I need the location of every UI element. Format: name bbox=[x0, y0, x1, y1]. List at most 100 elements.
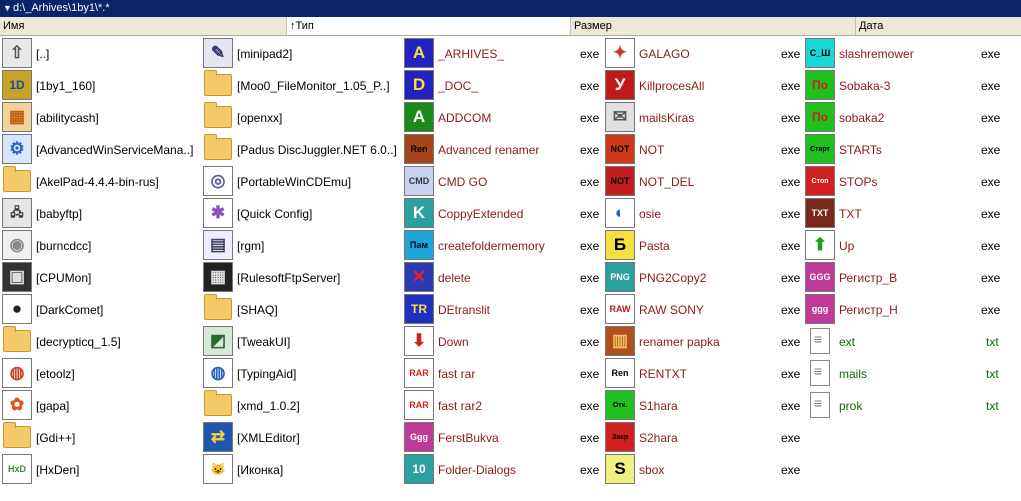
list-item[interactable]: A _ARHIVES_ exe bbox=[402, 38, 602, 70]
list-item[interactable]: ◍ [TypingAid] bbox=[201, 358, 401, 390]
path-bar[interactable]: ▼d:\_Arhives\1by1\*.* bbox=[0, 0, 1021, 17]
list-item[interactable]: [Gdi++] bbox=[0, 422, 200, 454]
file-name: [AkelPad-4.4.4-bin-rus] bbox=[36, 175, 159, 189]
list-item[interactable]: ▣ [CPUMon] bbox=[0, 262, 200, 294]
list-item[interactable]: ◐ osie exe bbox=[603, 198, 803, 230]
list-item[interactable]: Старт STARTs exe bbox=[803, 134, 1021, 166]
list-item[interactable]: ⬇ Down exe bbox=[402, 326, 602, 358]
file-name: [xmd_1.0.2] bbox=[237, 399, 300, 413]
list-item[interactable]: 🖧 [babyftp] bbox=[0, 198, 200, 230]
c-sh-icon: C_Ш bbox=[805, 38, 835, 68]
list-item[interactable]: Ren RENTXT exe bbox=[603, 358, 803, 390]
up-green-arrow-icon: ⬆ bbox=[805, 230, 835, 260]
list-item[interactable]: C_Ш slashremower exe bbox=[803, 38, 1021, 70]
list-item[interactable]: [AkelPad-4.4.4-bin-rus] bbox=[0, 166, 200, 198]
list-item[interactable]: K CoppyExtended exe bbox=[402, 198, 602, 230]
list-item[interactable]: GGG Регистр_B exe bbox=[803, 262, 1021, 294]
file-name: [CPUMon] bbox=[36, 271, 92, 285]
rar-icon: RAR bbox=[404, 358, 434, 388]
list-item[interactable]: ✿ [gapa] bbox=[0, 390, 200, 422]
header-size[interactable]: Размер bbox=[571, 17, 856, 35]
list-item[interactable]: ◎ [PortableWinCDEmu] bbox=[201, 166, 401, 198]
list-item[interactable]: Ssbox exe bbox=[603, 454, 803, 486]
list-item[interactable]: [decrypticq_1.5] bbox=[0, 326, 200, 358]
tr-icon: TR bbox=[404, 294, 434, 324]
file-extension: exe bbox=[580, 367, 600, 381]
file-name: [Moo0_FileMonitor_1.05_P..] bbox=[237, 79, 390, 93]
list-item[interactable]: prok txt bbox=[803, 390, 1021, 422]
folder-memory-icon: Пам bbox=[404, 230, 434, 260]
list-item[interactable]: RAR fast rar exe bbox=[402, 358, 602, 390]
file-name: [decrypticq_1.5] bbox=[36, 335, 121, 349]
list-item[interactable]: Пам createfoldermemory exe bbox=[402, 230, 602, 262]
list-item[interactable]: По Sobaka-3 exe bbox=[803, 70, 1021, 102]
list-item[interactable]: 10 Folder-Dialogs exe bbox=[402, 454, 602, 486]
list-item[interactable]: ◉ [burncdcc] bbox=[0, 230, 200, 262]
list-item[interactable]: ✱ [Quick Config] bbox=[201, 198, 401, 230]
list-item[interactable]: ⬆ Up exe bbox=[803, 230, 1021, 262]
file-name: [RulesoftFtpServer] bbox=[237, 271, 341, 285]
list-item[interactable]: RAW RAW SONY exe bbox=[603, 294, 803, 326]
list-item[interactable]: Ggg FerstBukva exe bbox=[402, 422, 602, 454]
list-item[interactable]: Стоп STOPs exe bbox=[803, 166, 1021, 198]
list-item[interactable]: ⇄ [XMLEditor] bbox=[201, 422, 401, 454]
list-item[interactable]: ▤ [rgm] bbox=[201, 230, 401, 262]
list-item[interactable]: ✎ [minipad2] bbox=[201, 38, 401, 70]
file-name: slashremower bbox=[839, 47, 914, 61]
list-item[interactable]: ▥ renamer papka exe bbox=[603, 326, 803, 358]
header-name[interactable]: Имя bbox=[0, 17, 287, 35]
list-item[interactable]: ⚙ [AdvancedWinServiceMana..] bbox=[0, 134, 200, 166]
file-extension: exe bbox=[981, 175, 1001, 189]
list-item[interactable]: PNG PNG2Copy2 exe bbox=[603, 262, 803, 294]
cd-disc-icon: ◉ bbox=[2, 230, 32, 260]
header-date[interactable]: Дата bbox=[856, 17, 1021, 35]
list-item[interactable]: HxD [HxDen] bbox=[0, 454, 200, 486]
file-name: RENTXT bbox=[639, 367, 687, 381]
list-item[interactable]: ✦ GALAGO exe bbox=[603, 38, 803, 70]
list-item[interactable]: TXT TXT exe bbox=[803, 198, 1021, 230]
list-item[interactable]: ◩ [TweakUI] bbox=[201, 326, 401, 358]
list-item[interactable]: 😺 [Иконка] bbox=[201, 454, 401, 486]
list-item[interactable]: 1D [1by1_160] bbox=[0, 70, 200, 102]
list-item[interactable]: ⇧ [..] bbox=[0, 38, 200, 70]
list-item[interactable]: CMD CMD GO exe bbox=[402, 166, 602, 198]
cat-icon: 😺 bbox=[203, 454, 233, 484]
cd-emu-icon: ◎ bbox=[203, 166, 233, 196]
list-item[interactable]: ✉ mailsKiras exe bbox=[603, 102, 803, 134]
galago-chest-icon: ✦ bbox=[605, 38, 635, 68]
list-item[interactable]: У KillprocesAll exe bbox=[603, 70, 803, 102]
list-item[interactable]: [xmd_1.0.2] bbox=[201, 390, 401, 422]
folder-icon bbox=[2, 166, 32, 196]
list-item[interactable]: ◍ [etoolz] bbox=[0, 358, 200, 390]
file-extension: exe bbox=[981, 79, 1001, 93]
list-item[interactable]: ● [DarkComet] bbox=[0, 294, 200, 326]
letter-k-icon: K bbox=[404, 198, 434, 228]
list-item[interactable]: ▦ [RulesoftFtpServer] bbox=[201, 262, 401, 294]
list-item[interactable]: D _DOC_ exe bbox=[402, 70, 602, 102]
folder-icon bbox=[203, 102, 233, 132]
list-item[interactable]: Отк. S1hara exe bbox=[603, 390, 803, 422]
file-extension: exe bbox=[580, 399, 600, 413]
list-item[interactable]: NOT NOT exe bbox=[603, 134, 803, 166]
file-extension: exe bbox=[781, 399, 801, 413]
list-item[interactable]: Ren Advanced renamer exe bbox=[402, 134, 602, 166]
list-item[interactable]: По sobaka2 exe bbox=[803, 102, 1021, 134]
list-item[interactable]: [openxx] bbox=[201, 102, 401, 134]
list-item[interactable]: A ADDCOM exe bbox=[402, 102, 602, 134]
list-item[interactable]: NOT NOT_DEL exe bbox=[603, 166, 803, 198]
list-item[interactable]: ▦ [abilitycash] bbox=[0, 102, 200, 134]
list-item[interactable]: ggg Регистр_H exe bbox=[803, 294, 1021, 326]
text-file-icon bbox=[805, 390, 835, 420]
list-item[interactable]: Б Pasta exe bbox=[603, 230, 803, 262]
list-item[interactable]: Закр S2hara exe bbox=[603, 422, 803, 454]
list-item[interactable]: [Padus DiscJuggler.NET 6.0..] bbox=[201, 134, 401, 166]
list-item[interactable]: RAR fast rar2 exe bbox=[402, 390, 602, 422]
list-item[interactable]: [Moo0_FileMonitor_1.05_P..] bbox=[201, 70, 401, 102]
chevron-down-icon[interactable]: ▼ bbox=[3, 0, 13, 17]
list-item[interactable]: TR DEtranslit exe bbox=[402, 294, 602, 326]
list-item[interactable]: [SHAQ] bbox=[201, 294, 401, 326]
list-item[interactable]: ✕ delete exe bbox=[402, 262, 602, 294]
list-item[interactable]: ext txt bbox=[803, 326, 1021, 358]
list-item[interactable]: mails txt bbox=[803, 358, 1021, 390]
header-type[interactable]: ↑Тип bbox=[287, 17, 571, 35]
